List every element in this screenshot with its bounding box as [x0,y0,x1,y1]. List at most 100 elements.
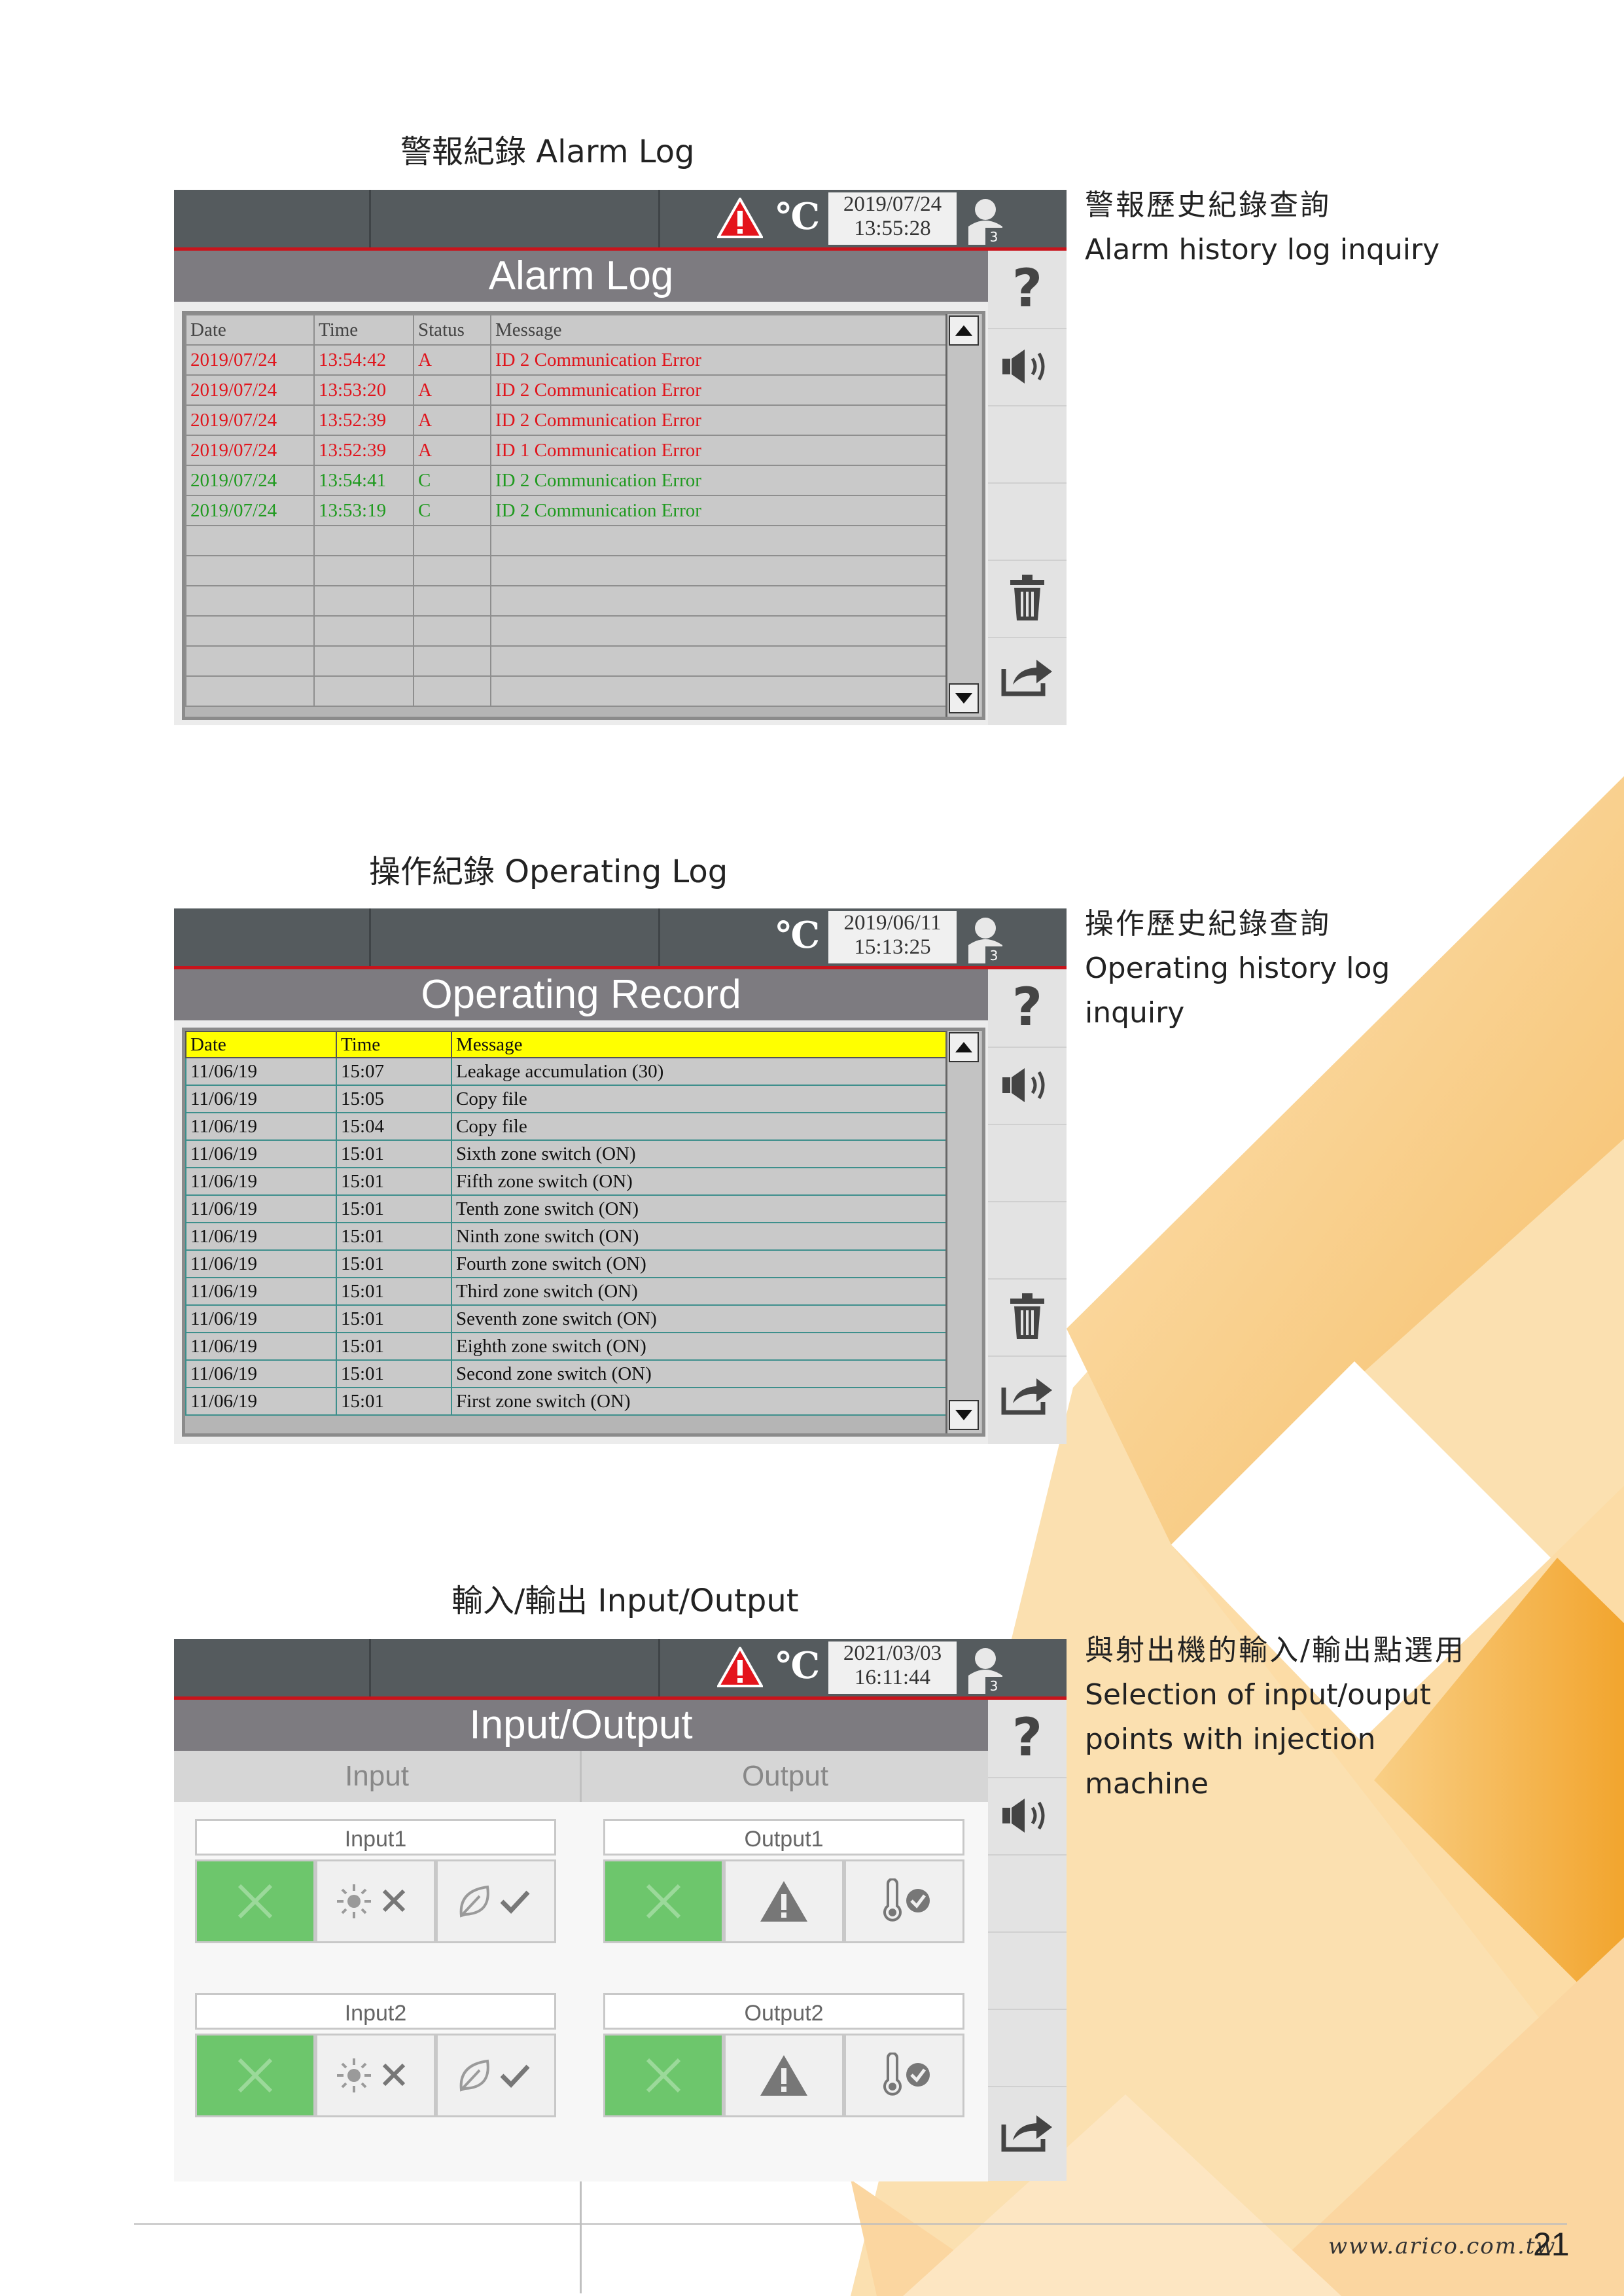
sound-button[interactable] [988,328,1067,406]
table-row[interactable]: 11/06/19 15:04 Copy file [185,1112,947,1141]
input-light-off-button[interactable] [315,2034,436,2117]
output-alarm-button[interactable] [724,1859,844,1943]
output-card-1: Output1 [603,1819,967,1943]
scroll-up-icon[interactable] [949,1032,979,1062]
table-row[interactable]: 11/06/19 15:01 Fourth zone switch (ON) [185,1249,947,1278]
table-row[interactable]: 11/06/19 15:01 Tenth zone switch (ON) [185,1194,947,1223]
table-row[interactable] [185,675,947,707]
speaker-icon [1002,350,1045,384]
table-row[interactable]: 11/06/19 15:01 Ninth zone switch (ON) [185,1222,947,1251]
output-alarm-button[interactable] [724,2034,844,2117]
warning-icon[interactable] [717,198,763,238]
table-row[interactable] [185,555,947,586]
cell-date: 11/06/19 [185,1332,337,1361]
table-row[interactable]: 11/06/19 15:01 First zone switch (ON) [185,1387,947,1416]
cell-time: 13:53:19 [313,495,414,526]
export-icon [1001,660,1052,696]
input-disable-button[interactable] [195,1859,315,1943]
close-x-icon [238,2058,273,2093]
table-row[interactable]: 11/06/19 15:01 Sixth zone switch (ON) [185,1139,947,1168]
tab-input[interactable]: Input [174,1751,580,1802]
table-row[interactable]: 11/06/19 15:07 Leakage accumulation (30) [185,1057,947,1086]
table-row[interactable]: 11/06/19 15:01 Eighth zone switch (ON) [185,1332,947,1361]
table-row[interactable] [185,585,947,617]
table-row[interactable] [185,525,947,556]
table-row[interactable]: 11/06/19 15:01 Second zone switch (ON) [185,1359,947,1388]
side-toolbar: ? [988,251,1067,725]
table-row[interactable] [185,645,947,677]
help-button[interactable]: ? [988,251,1067,329]
alarm-log-screen: ℃ 2019/07/24 13:55:28 3 Alarm Log ? Date… [174,190,1067,725]
table-header-row: Date Time Status Message [185,314,947,346]
empty-slot [988,1124,1067,1202]
table-row[interactable]: 2019/07/24 13:53:19 C ID 2 Communication Er… [185,495,947,526]
table-row[interactable]: 11/06/19 15:01 Fifth zone switch (ON) [185,1167,947,1196]
delete-button[interactable] [988,1278,1067,1357]
side-toolbar: ? [988,969,1067,1444]
help-button[interactable]: ? [988,969,1067,1048]
cell-time [313,555,414,586]
table-row[interactable]: 11/06/19 15:01 Seventh zone switch (ON) [185,1304,947,1333]
footer-website[interactable]: www.arico.com.tw [1328,2233,1557,2259]
cell-time [313,675,414,707]
degree-celsius-icon[interactable]: ℃ [776,914,820,957]
export-icon [1001,2115,1052,2152]
help-icon: ? [1012,982,1042,1034]
cell-date: 11/06/19 [185,1057,337,1086]
sound-button[interactable] [988,1047,1067,1125]
export-button[interactable] [988,2092,1067,2170]
table-row[interactable]: 2019/07/24 13:54:41 C ID 2 Communication Er… [185,465,947,496]
cell-date: 11/06/19 [185,1085,337,1113]
alert-triangle-icon [760,2055,807,2096]
table-row[interactable]: 11/06/19 15:01 Third zone switch (ON) [185,1277,947,1306]
description-en: Alarm history log inquiry [1085,233,1440,266]
cell-status [413,585,491,617]
scroll-up-icon[interactable] [949,315,979,346]
table-row[interactable]: 2019/07/24 13:52:39 A ID 2 Communication Er… [185,404,947,436]
scrollbar[interactable] [945,1031,981,1433]
scrollbar[interactable] [945,314,981,717]
table-row[interactable]: 2019/07/24 13:54:42 A ID 2 Communication Er… [185,344,947,376]
degree-celsius-icon[interactable]: ℃ [776,195,820,238]
table-row[interactable] [185,615,947,647]
page-number: 21 [1533,2226,1570,2263]
export-button[interactable] [988,1355,1067,1433]
delete-button[interactable] [988,560,1067,638]
cell-date: 11/06/19 [185,1359,337,1388]
output-temperature-button[interactable] [844,2034,964,2117]
description-en-line3: machine [1085,1767,1209,1801]
degree-celsius-icon[interactable]: ℃ [776,1644,820,1687]
cell-message [490,675,947,707]
table-row[interactable]: 2019/07/24 13:52:39 A ID 1 Communication Er… [185,435,947,466]
input-light-off-button[interactable] [315,1859,436,1943]
input-leaf-check-button[interactable] [436,2034,556,2117]
help-button[interactable]: ? [988,1700,1067,1778]
operating-log-description: 操作歷史紀錄查詢 Operating history log inquiry [1085,902,1390,1035]
cell-time: 15:01 [336,1277,452,1306]
scroll-down-icon[interactable] [949,683,979,713]
cell-date: 11/06/19 [185,1112,337,1141]
scroll-down-icon[interactable] [949,1400,979,1430]
cell-status: A [413,344,491,376]
cell-message: ID 2 Communication Error [490,374,947,406]
user-icon[interactable]: 3 [966,1644,1008,1694]
output-disable-button[interactable] [603,1859,724,1943]
user-icon[interactable]: 3 [966,195,1008,245]
datetime-display: 2021/03/03 16:11:44 [828,1641,957,1694]
cell-time: 13:52:39 [313,404,414,436]
cell-date: 2019/07/24 [185,495,315,526]
output-disable-button[interactable] [603,2034,724,2117]
sound-button[interactable] [988,1777,1067,1856]
input-disable-button[interactable] [195,2034,315,2117]
warning-icon[interactable] [717,1647,763,1687]
tab-output[interactable]: Output [582,1751,988,1802]
time-text: 15:13:25 [854,935,931,959]
input-output-description: 與射出機的輸入/輸出點選用 Selection of input/ouput p… [1085,1628,1466,1806]
export-button[interactable] [988,637,1067,714]
cell-time: 15:01 [336,1139,452,1168]
table-row[interactable]: 2019/07/24 13:53:20 A ID 2 Communication Er… [185,374,947,406]
table-row[interactable]: 11/06/19 15:05 Copy file [185,1085,947,1113]
input-leaf-check-button[interactable] [436,1859,556,1943]
output-temperature-button[interactable] [844,1859,964,1943]
user-icon[interactable]: 3 [966,914,1008,963]
